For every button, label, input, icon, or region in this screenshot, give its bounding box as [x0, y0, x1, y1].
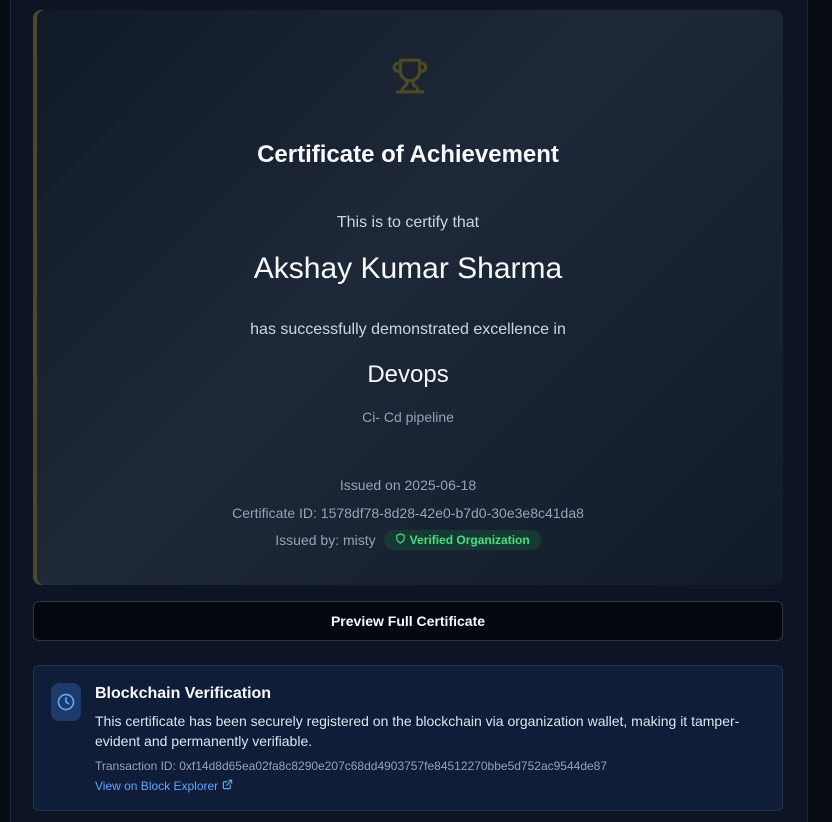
certificate-id: Certificate ID: 1578df78-8d28-42e0-b7d0-…: [232, 505, 584, 521]
blockchain-description: This certificate has been securely regis…: [95, 713, 740, 749]
blockchain-title: Blockchain Verification: [95, 685, 272, 702]
skill-description: Ci- Cd pipeline: [362, 409, 454, 425]
issued-date: Issued on 2025-06-18: [339, 477, 477, 493]
block-explorer-label: View on Block Explorer: [95, 779, 219, 793]
certificate-card: Certificate of Achievement This is to ce…: [33, 10, 783, 585]
preview-certificate-button[interactable]: Preview Full Certificate: [33, 601, 783, 641]
excellence-text: has successfully demonstrated excellence…: [250, 321, 566, 338]
issued-by: Issued by: misty: [275, 532, 376, 548]
verified-badge-label: Verified Organization: [409, 533, 530, 547]
certificate-title: Certificate of Achievement: [257, 141, 559, 168]
clock-icon: [51, 683, 81, 721]
skill-name: Devops: [367, 361, 449, 388]
external-link-icon: [222, 779, 233, 793]
trophy-icon: [390, 56, 430, 96]
certify-text: This is to certify that: [336, 214, 480, 231]
verified-badge: Verified Organization: [383, 530, 541, 550]
recipient-name: Akshay Kumar Sharma: [253, 252, 563, 285]
block-explorer-link[interactable]: View on Block Explorer: [95, 779, 233, 793]
transaction-id: Transaction ID: 0xf14d8d65ea02fa8c8290e2…: [95, 759, 608, 773]
blockchain-verification-panel: Blockchain Verification This certificate…: [33, 665, 783, 811]
shield-icon: [395, 533, 406, 547]
issuer-row: Issued by: misty Verified Organization: [33, 530, 783, 550]
